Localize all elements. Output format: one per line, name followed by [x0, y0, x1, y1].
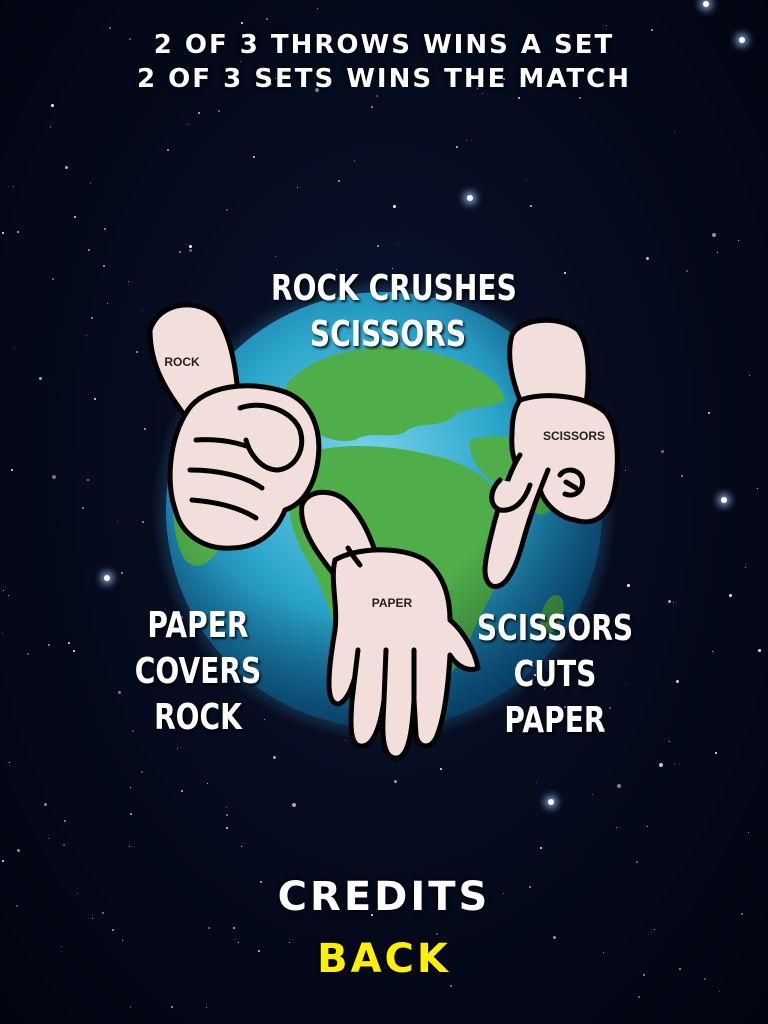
scissors-hand-label: SCISSORS [543, 429, 605, 443]
scissors-rule-caption: SCISSORS CUTS PAPER [461, 606, 648, 744]
back-button[interactable]: BACK [0, 936, 768, 982]
rules-illustration: ROCK SCISSORS PAPER [147, 278, 620, 761]
rock-rule-caption: ROCK CRUSHES SCISSORS [271, 266, 517, 358]
paper-rule-caption: PAPER COVERS ROCK [104, 603, 291, 741]
credits-button[interactable]: CREDITS [0, 874, 768, 920]
scissors-rule-line-2: CUTS [513, 654, 597, 695]
paper-rule-line-3: ROCK [154, 697, 242, 738]
rock-hand-label: ROCK [164, 355, 200, 369]
paper-rule-line-2: COVERS [134, 651, 262, 692]
scissors-rule-line-3: PAPER [504, 700, 606, 741]
scissors-rule-line-1: SCISSORS [476, 608, 634, 649]
rock-rule-line-1: ROCK CRUSHES [271, 268, 517, 309]
paper-hand-label: PAPER [372, 596, 413, 610]
paper-rule-line-1: PAPER [147, 605, 249, 646]
rock-rule-line-2: SCISSORS [309, 314, 467, 355]
